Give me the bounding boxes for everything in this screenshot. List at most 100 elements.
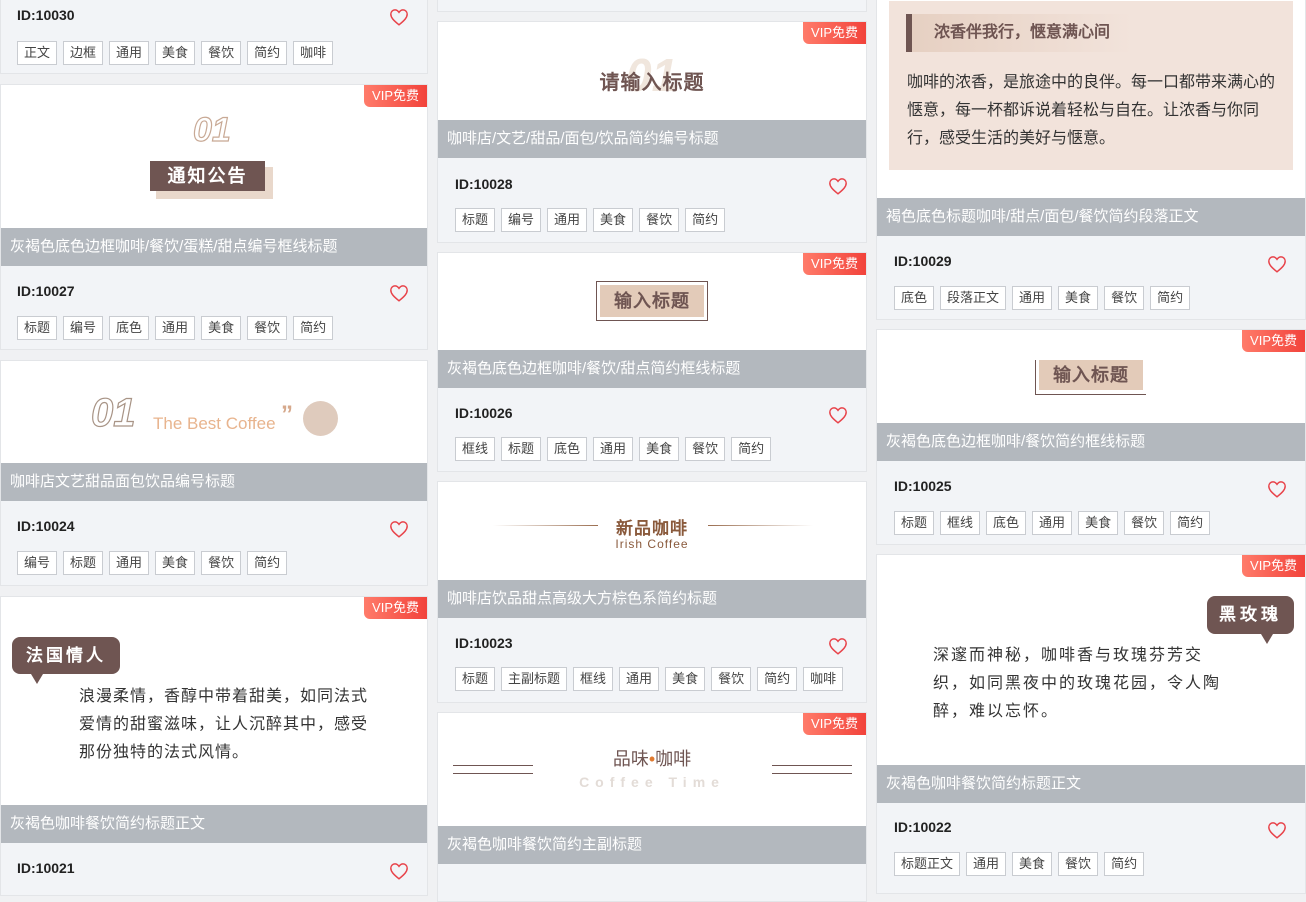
tag[interactable]: 美食: [1078, 511, 1119, 535]
tag[interactable]: 底色: [986, 511, 1027, 535]
tag[interactable]: 餐饮: [1124, 511, 1165, 535]
template-preview[interactable]: VIP免费 01 请输入标题: [438, 22, 866, 120]
tag[interactable]: 底色: [109, 316, 150, 340]
tag[interactable]: 框线: [940, 511, 981, 535]
template-card-10023[interactable]: 新品咖啡 Irish Coffee 咖啡店饮品甜点高级大方棕色系简约标题 ID:…: [437, 481, 867, 703]
tag[interactable]: 咖啡: [803, 667, 844, 691]
tag[interactable]: 标题: [63, 551, 104, 575]
tag[interactable]: 通用: [966, 852, 1007, 876]
tag[interactable]: 简约: [247, 551, 288, 575]
tag[interactable]: 正文: [17, 41, 58, 65]
favorite-heart-icon[interactable]: [1267, 480, 1287, 498]
template-card-10026[interactable]: VIP免费 输入标题 灰褐色底色边框咖啡/餐饮/甜点简约框线标题 ID:1002…: [437, 252, 867, 472]
template-card-10030[interactable]: ID:10030 正文 边框 通用 美食 餐饮 简约 咖啡: [0, 0, 428, 74]
template-card-10025[interactable]: VIP免费 输入标题 灰褐色底色边框咖啡/餐饮简约框线标题 ID:10025 标…: [876, 329, 1306, 545]
favorite-heart-icon[interactable]: [1267, 255, 1287, 273]
tag[interactable]: 段落正文: [940, 286, 1007, 310]
favorite-heart-icon[interactable]: [389, 520, 409, 538]
tag[interactable]: 简约: [685, 208, 726, 232]
tag[interactable]: 简约: [757, 667, 798, 691]
template-title[interactable]: 咖啡店/文艺/甜品/面包/饮品简约编号标题: [438, 120, 866, 158]
tag[interactable]: 通用: [109, 551, 150, 575]
tag[interactable]: 咖啡: [293, 41, 334, 65]
favorite-heart-icon[interactable]: [1267, 821, 1287, 839]
tag[interactable]: 通用: [619, 667, 660, 691]
tag[interactable]: 标题: [455, 208, 496, 232]
template-title[interactable]: 灰褐色咖啡餐饮简约标题正文: [877, 765, 1305, 803]
tag[interactable]: 通用: [155, 316, 196, 340]
tag[interactable]: 编号: [63, 316, 104, 340]
template-preview[interactable]: VIP免费 黑玫瑰 深邃而神秘，咖啡香与玫瑰芬芳交织，如同黑夜中的玫瑰花园，令人…: [877, 555, 1305, 765]
tag[interactable]: 美食: [665, 667, 706, 691]
template-title[interactable]: 褐色底色标题咖啡/甜点/面包/餐饮简约段落正文: [877, 198, 1305, 236]
favorite-heart-icon[interactable]: [389, 8, 409, 26]
tag[interactable]: 主副标题: [501, 667, 568, 691]
tag[interactable]: 通用: [109, 41, 150, 65]
tag[interactable]: 简约: [1170, 511, 1211, 535]
tag[interactable]: 美食: [155, 41, 196, 65]
template-preview[interactable]: VIP免费 品味•咖啡 Coffee Time: [438, 713, 866, 826]
tag[interactable]: 通用: [1012, 286, 1053, 310]
tag[interactable]: 餐饮: [685, 437, 726, 461]
tag[interactable]: 底色: [894, 286, 935, 310]
template-card-10024[interactable]: 01 The Best Coffee ” 咖啡店文艺甜品面包饮品编号标题 ID:…: [0, 360, 428, 586]
tag[interactable]: 美食: [639, 437, 680, 461]
tag[interactable]: 餐饮: [247, 316, 288, 340]
tag[interactable]: 编号: [501, 208, 542, 232]
tag[interactable]: 框线: [455, 437, 496, 461]
tag[interactable]: 餐饮: [1104, 286, 1145, 310]
template-preview[interactable]: 新品咖啡 Irish Coffee: [438, 482, 866, 580]
tag[interactable]: 简约: [731, 437, 772, 461]
template-title[interactable]: 咖啡店文艺甜品面包饮品编号标题: [1, 463, 427, 501]
tag[interactable]: 美食: [1012, 852, 1053, 876]
tag[interactable]: 标题: [17, 316, 58, 340]
tag[interactable]: 框线: [573, 667, 614, 691]
tag[interactable]: 标题正文: [894, 852, 961, 876]
tag[interactable]: 美食: [201, 316, 242, 340]
template-preview[interactable]: VIP免费 输入标题: [877, 330, 1305, 423]
tag[interactable]: 美食: [593, 208, 634, 232]
favorite-heart-icon[interactable]: [828, 637, 848, 655]
template-preview[interactable]: VIP免费 法国情人 浪漫柔情，香醇中带着甜美，如同法式爱情的甜蜜滋味，让人沉醉…: [1, 597, 427, 805]
tag[interactable]: 餐饮: [1058, 852, 1099, 876]
tag[interactable]: 简约: [1104, 852, 1145, 876]
template-title[interactable]: 咖啡店饮品甜点高级大方棕色系简约标题: [438, 580, 866, 618]
template-title[interactable]: 灰褐色咖啡餐饮简约主副标题: [438, 826, 866, 864]
favorite-heart-icon[interactable]: [389, 284, 409, 302]
template-card-10022[interactable]: VIP免费 黑玫瑰 深邃而神秘，咖啡香与玫瑰芬芳交织，如同黑夜中的玫瑰花园，令人…: [876, 554, 1306, 894]
favorite-heart-icon[interactable]: [389, 862, 409, 880]
template-card-partial[interactable]: [437, 0, 867, 12]
template-preview[interactable]: VIP免费 输入标题: [438, 253, 866, 350]
tag[interactable]: 简约: [1150, 286, 1191, 310]
template-card-10027[interactable]: VIP免费 01 通知公告 灰褐色底色边框咖啡/餐饮/蛋糕/甜点编号框线标题 I…: [0, 84, 428, 350]
tag[interactable]: 标题: [894, 511, 935, 535]
tag[interactable]: 美食: [1058, 286, 1099, 310]
tag[interactable]: 通用: [593, 437, 634, 461]
tag[interactable]: 标题: [501, 437, 542, 461]
favorite-heart-icon[interactable]: [828, 406, 848, 424]
template-preview[interactable]: 浓香伴我行，惬意满心间 咖啡的浓香，是旅途中的良伴。每一口都带来满心的惬意，每一…: [877, 0, 1305, 198]
tag[interactable]: 简约: [293, 316, 334, 340]
template-title[interactable]: 灰褐色咖啡餐饮简约标题正文: [1, 805, 427, 843]
tag[interactable]: 通用: [547, 208, 588, 232]
tag[interactable]: 餐饮: [201, 41, 242, 65]
tag[interactable]: 边框: [63, 41, 104, 65]
template-preview[interactable]: 01 The Best Coffee ”: [1, 361, 427, 463]
template-preview[interactable]: VIP免费 01 通知公告: [1, 85, 427, 228]
template-card-10020[interactable]: VIP免费 品味•咖啡 Coffee Time 灰褐色咖啡餐饮简约主副标题: [437, 712, 867, 902]
template-title[interactable]: 灰褐色底色边框咖啡/餐饮/蛋糕/甜点编号框线标题: [1, 228, 427, 266]
template-card-10028[interactable]: VIP免费 01 请输入标题 咖啡店/文艺/甜品/面包/饮品简约编号标题 ID:…: [437, 21, 867, 243]
tag[interactable]: 美食: [155, 551, 196, 575]
template-card-10021[interactable]: VIP免费 法国情人 浪漫柔情，香醇中带着甜美，如同法式爱情的甜蜜滋味，让人沉醉…: [0, 596, 428, 896]
template-card-10029[interactable]: 浓香伴我行，惬意满心间 咖啡的浓香，是旅途中的良伴。每一口都带来满心的惬意，每一…: [876, 0, 1306, 320]
tag[interactable]: 简约: [247, 41, 288, 65]
template-title[interactable]: 灰褐色底色边框咖啡/餐饮/甜点简约框线标题: [438, 350, 866, 388]
tag[interactable]: 标题: [455, 667, 496, 691]
tag[interactable]: 餐饮: [639, 208, 680, 232]
favorite-heart-icon[interactable]: [828, 177, 848, 195]
tag[interactable]: 餐饮: [711, 667, 752, 691]
tag[interactable]: 编号: [17, 551, 58, 575]
template-title[interactable]: 灰褐色底色边框咖啡/餐饮简约框线标题: [877, 423, 1305, 461]
tag[interactable]: 餐饮: [201, 551, 242, 575]
tag[interactable]: 底色: [547, 437, 588, 461]
